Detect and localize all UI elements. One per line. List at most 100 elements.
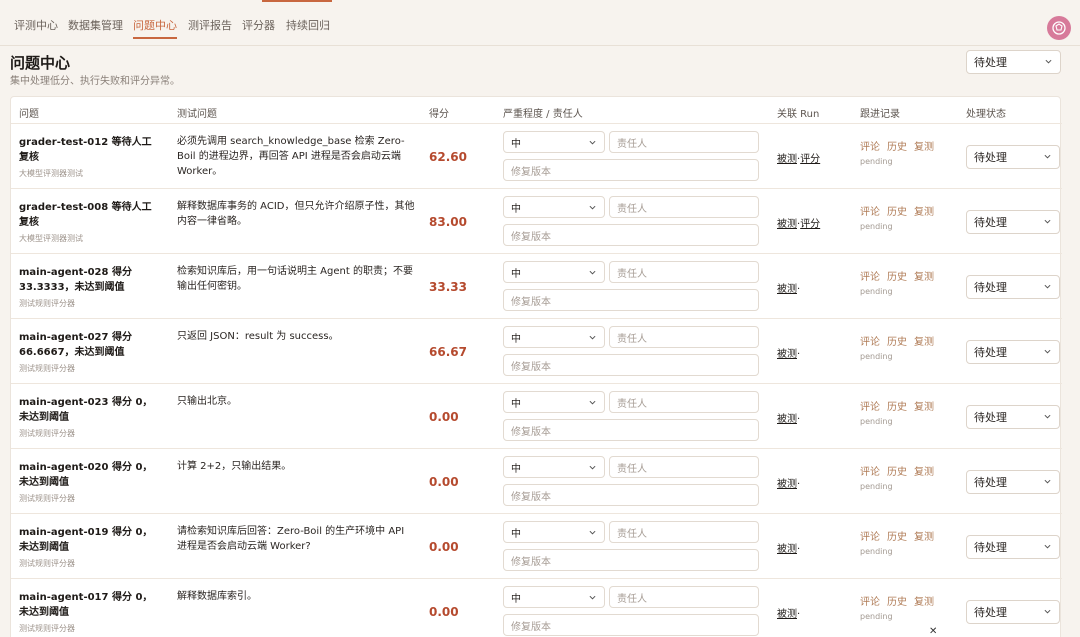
chevron-down-icon	[589, 335, 596, 340]
fix-version-input[interactable]: 修复版本	[503, 419, 759, 441]
issue-title[interactable]: grader-test-008 等待人工复核	[19, 200, 159, 230]
status-select[interactable]: 待处理	[966, 210, 1060, 234]
severity-select[interactable]: 中	[503, 196, 605, 218]
fix-version-input[interactable]: 修复版本	[503, 289, 759, 311]
history-action[interactable]: 历史	[887, 337, 907, 348]
status-select[interactable]: 待处理	[966, 340, 1060, 364]
comment-action[interactable]: 评论	[860, 272, 880, 283]
related-run-links: 被测·	[777, 280, 800, 295]
status-select[interactable]: 待处理	[966, 535, 1060, 559]
owner-input[interactable]: 责任人	[609, 521, 759, 543]
retest-action[interactable]: 复测	[914, 272, 934, 283]
run-link[interactable]: 评分	[800, 219, 820, 230]
severity-select[interactable]: 中	[503, 261, 605, 283]
tab-dataset-management[interactable]: 数据集管理	[68, 17, 123, 33]
owner-input[interactable]: 责任人	[609, 391, 759, 413]
comment-action[interactable]: 评论	[860, 532, 880, 543]
table-row: main-agent-020 得分 0，未达到阈值 测试规则评分器 计算 2+2…	[11, 449, 1062, 514]
issue-title[interactable]: main-agent-027 得分 66.6667，未达到阈值	[19, 330, 159, 360]
issue-title[interactable]: main-agent-017 得分 0，未达到阈值	[19, 590, 159, 620]
run-link[interactable]: 被测	[777, 544, 797, 555]
history-action[interactable]: 历史	[887, 272, 907, 283]
history-action[interactable]: 历史	[887, 467, 907, 478]
tab-continuous-regression[interactable]: 持续回归	[286, 17, 330, 33]
owner-input[interactable]: 责任人	[609, 131, 759, 153]
fix-version-input[interactable]: 修复版本	[503, 159, 759, 181]
page-title: 问题中心	[10, 54, 71, 72]
status-select[interactable]: 待处理	[966, 405, 1060, 429]
run-link[interactable]: 被测	[777, 284, 797, 295]
comment-action[interactable]: 评论	[860, 337, 880, 348]
owner-input[interactable]: 责任人	[609, 456, 759, 478]
tab-evaluation-center[interactable]: 评测中心	[14, 17, 58, 33]
column-header-severity-owner: 严重程度 / 责任人	[503, 109, 583, 120]
fix-version-input[interactable]: 修复版本	[503, 484, 759, 506]
chevron-down-icon	[1044, 544, 1051, 549]
follow-up-status: pending	[860, 222, 893, 231]
issue-title[interactable]: main-agent-020 得分 0，未达到阈值	[19, 460, 159, 490]
history-action[interactable]: 历史	[887, 402, 907, 413]
fix-version-input[interactable]: 修复版本	[503, 224, 759, 246]
severity-value: 中	[511, 528, 521, 540]
score-value: 66.67	[429, 345, 467, 359]
avatar[interactable]	[1047, 16, 1071, 40]
status-select[interactable]: 待处理	[966, 275, 1060, 299]
retest-action[interactable]: 复测	[914, 467, 934, 478]
tab-evaluation-report[interactable]: 测评报告	[188, 17, 232, 33]
owner-input[interactable]: 责任人	[609, 326, 759, 348]
issue-title[interactable]: main-agent-019 得分 0，未达到阈值	[19, 525, 159, 555]
score-value: 83.00	[429, 215, 467, 229]
score-value: 62.60	[429, 150, 467, 164]
history-action[interactable]: 历史	[887, 532, 907, 543]
comment-action[interactable]: 评论	[860, 467, 880, 478]
severity-select[interactable]: 中	[503, 391, 605, 413]
comment-action[interactable]: 评论	[860, 597, 880, 608]
retest-action[interactable]: 复测	[914, 532, 934, 543]
fix-version-placeholder: 修复版本	[511, 231, 551, 243]
status-select[interactable]: 待处理	[966, 145, 1060, 169]
severity-select[interactable]: 中	[503, 131, 605, 153]
retest-action[interactable]: 复测	[914, 142, 934, 153]
issue-title[interactable]: grader-test-012 等待人工复核	[19, 135, 159, 165]
comment-action[interactable]: 评论	[860, 142, 880, 153]
run-link[interactable]: 被测	[777, 219, 797, 230]
severity-select[interactable]: 中	[503, 586, 605, 608]
retest-action[interactable]: 复测	[914, 337, 934, 348]
owner-input[interactable]: 责任人	[609, 261, 759, 283]
retest-action[interactable]: 复测	[914, 207, 934, 218]
fix-version-input[interactable]: 修复版本	[503, 614, 759, 636]
owner-input[interactable]: 责任人	[609, 196, 759, 218]
retest-action[interactable]: 复测	[914, 597, 934, 608]
column-header-question: 测试问题	[177, 109, 217, 120]
fix-version-input[interactable]: 修复版本	[503, 354, 759, 376]
history-action[interactable]: 历史	[887, 207, 907, 218]
run-link[interactable]: 被测	[777, 349, 797, 360]
status-select[interactable]: 待处理	[966, 470, 1060, 494]
comment-action[interactable]: 评论	[860, 207, 880, 218]
run-link[interactable]: 被测	[777, 479, 797, 490]
tab-issue-center[interactable]: 问题中心	[133, 17, 177, 39]
fix-version-input[interactable]: 修复版本	[503, 549, 759, 571]
severity-value: 中	[511, 138, 521, 150]
run-link[interactable]: 被测	[777, 154, 797, 165]
run-link[interactable]: 被测	[777, 414, 797, 425]
run-link[interactable]: 被测	[777, 609, 797, 620]
severity-select[interactable]: 中	[503, 326, 605, 348]
fix-version-placeholder: 修复版本	[511, 361, 551, 373]
status-filter-select[interactable]: 待处理	[966, 50, 1061, 74]
history-action[interactable]: 历史	[887, 142, 907, 153]
status-select[interactable]: 待处理	[966, 600, 1060, 624]
issue-title[interactable]: main-agent-028 得分 33.3333，未达到阈值	[19, 265, 159, 295]
severity-select[interactable]: 中	[503, 456, 605, 478]
close-icon[interactable]: ✕	[929, 626, 937, 637]
tab-grader[interactable]: 评分器	[242, 17, 275, 33]
history-action[interactable]: 历史	[887, 597, 907, 608]
test-question: 请检索知识库后回答：Zero-Boil 的生产环境中 API 进程是否会启动云端…	[177, 526, 405, 552]
retest-action[interactable]: 复测	[914, 402, 934, 413]
follow-up-status: pending	[860, 157, 893, 166]
run-link[interactable]: 评分	[800, 154, 820, 165]
issue-title[interactable]: main-agent-023 得分 0，未达到阈值	[19, 395, 159, 425]
severity-select[interactable]: 中	[503, 521, 605, 543]
comment-action[interactable]: 评论	[860, 402, 880, 413]
owner-input[interactable]: 责任人	[609, 586, 759, 608]
